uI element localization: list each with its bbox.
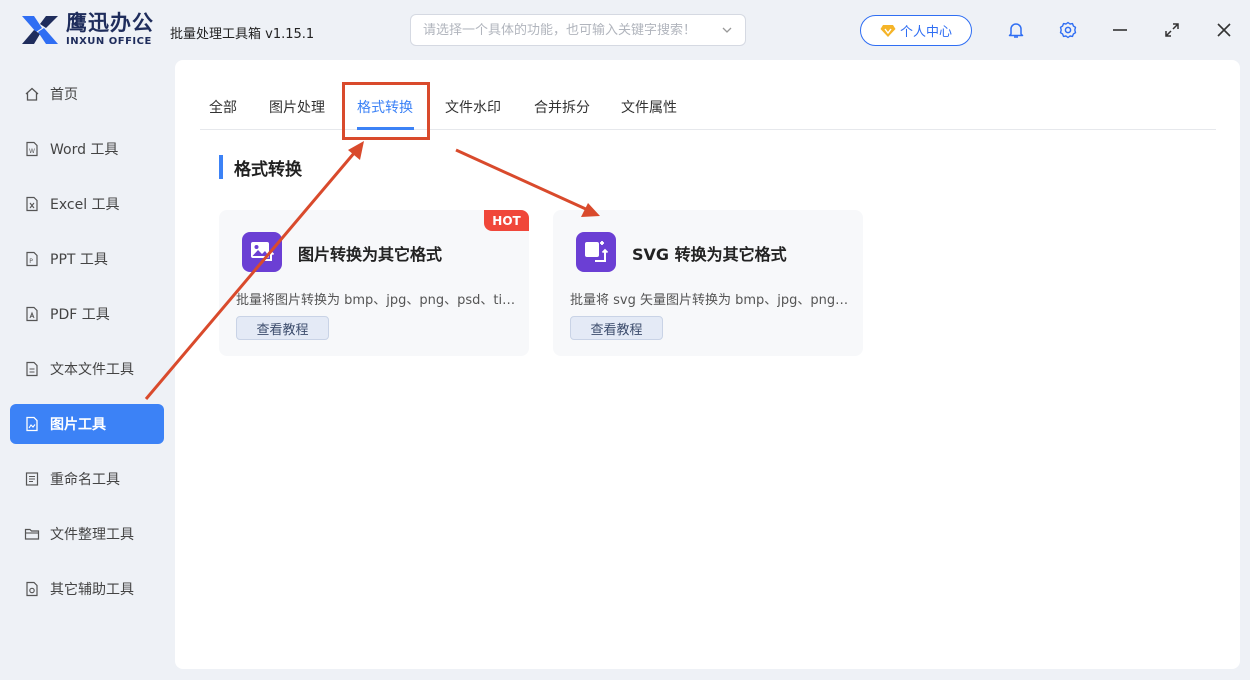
text-file-icon <box>26 361 38 377</box>
sidebar-item-label: PDF 工具 <box>50 307 110 323</box>
bell-icon[interactable] <box>1006 20 1026 40</box>
tool-card-svg-convert[interactable]: SVG 转换为其它格式 批量将 svg 矢量图片转换为 bmp、jpg、png、… <box>553 210 863 356</box>
sidebar-item-word[interactable]: W Word 工具 <box>10 129 164 169</box>
card-title: SVG 转换为其它格式 <box>632 245 787 264</box>
main-panel: 全部 图片处理 格式转换 文件水印 合并拆分 文件属性 格式转换 HOT 图片转… <box>175 60 1240 669</box>
pdf-file-icon <box>26 306 38 322</box>
ppt-file-icon: P <box>26 251 38 267</box>
sidebar-item-pdf[interactable]: PDF 工具 <box>10 294 164 334</box>
sidebar-item-ppt[interactable]: P PPT 工具 <box>10 239 164 279</box>
sidebar-item-text[interactable]: 文本文件工具 <box>10 349 164 389</box>
chevron-down-icon[interactable] <box>721 24 733 36</box>
sidebar-item-rename[interactable]: 重命名工具 <box>10 459 164 499</box>
view-tutorial-button[interactable]: 查看教程 <box>570 316 663 340</box>
sidebar-item-label: 重命名工具 <box>50 472 120 488</box>
sidebar: 首页 W Word 工具 Excel 工具 P PPT 工具 PDF 工具 文本… <box>0 60 170 680</box>
tab-watermark[interactable]: 文件水印 <box>445 97 501 117</box>
app-logo: 鹰迅办公 INXUN OFFICE <box>18 12 154 48</box>
annotation-highlight-box <box>342 82 430 140</box>
gear-icon[interactable] <box>1058 20 1078 40</box>
sidebar-item-image[interactable]: 图片工具 <box>10 404 164 444</box>
tab-merge-split[interactable]: 合并拆分 <box>534 97 590 117</box>
card-description: 批量将图片转换为 bmp、jpg、png、psd、tif、gif 等格式 <box>236 293 516 308</box>
sidebar-item-label: Excel 工具 <box>50 197 120 213</box>
tools-icon <box>26 581 38 597</box>
logo-x-icon <box>22 16 58 44</box>
logo-subname: INXUN OFFICE <box>66 36 152 47</box>
sidebar-item-label: 文本文件工具 <box>50 362 134 378</box>
sidebar-item-label: 图片工具 <box>50 417 106 433</box>
view-tutorial-button[interactable]: 查看教程 <box>236 316 329 340</box>
user-center-label: 个人中心 <box>899 25 952 40</box>
section-title: 格式转换 <box>219 155 302 180</box>
user-center-button[interactable]: 个人中心 <box>860 15 972 46</box>
sidebar-item-home[interactable]: 首页 <box>10 74 164 114</box>
search-box[interactable] <box>410 14 746 46</box>
maximize-icon[interactable] <box>1162 20 1182 40</box>
sidebar-item-label: Word 工具 <box>50 142 119 158</box>
svg-text:W: W <box>29 148 35 155</box>
sidebar-item-excel[interactable]: Excel 工具 <box>10 184 164 224</box>
rename-icon <box>25 472 39 486</box>
svg-convert-icon <box>576 232 616 272</box>
svg-text:P: P <box>29 258 33 265</box>
home-icon <box>25 87 39 101</box>
hot-badge: HOT <box>484 210 529 231</box>
app-title: 批量处理工具箱 v1.15.1 <box>170 27 315 42</box>
logo-name: 鹰迅办公 <box>66 11 154 35</box>
sidebar-item-label: 文件整理工具 <box>50 527 134 543</box>
card-title: 图片转换为其它格式 <box>298 245 443 264</box>
sidebar-item-other[interactable]: 其它辅助工具 <box>10 569 164 609</box>
excel-file-icon <box>26 196 38 212</box>
sidebar-item-organize[interactable]: 文件整理工具 <box>10 514 164 554</box>
image-file-icon <box>26 416 38 432</box>
card-description: 批量将 svg 矢量图片转换为 bmp、jpg、png、pdf 等格式 <box>570 293 850 308</box>
sidebar-item-label: 其它辅助工具 <box>50 582 134 598</box>
search-input[interactable] <box>423 22 721 38</box>
tab-all[interactable]: 全部 <box>209 97 237 117</box>
diamond-icon <box>880 24 896 37</box>
section-bar <box>219 155 223 179</box>
sidebar-item-label: PPT 工具 <box>50 252 108 268</box>
tool-card-image-convert[interactable]: HOT 图片转换为其它格式 批量将图片转换为 bmp、jpg、png、psd、t… <box>219 210 529 356</box>
folder-icon <box>24 528 40 540</box>
minimize-icon[interactable] <box>1110 20 1130 40</box>
sidebar-item-label: 首页 <box>50 87 78 103</box>
word-file-icon: W <box>26 141 38 157</box>
tab-image-processing[interactable]: 图片处理 <box>269 97 325 117</box>
title-bar: 鹰迅办公 INXUN OFFICE 批量处理工具箱 v1.15.1 个人中心 <box>0 0 1250 60</box>
tab-file-properties[interactable]: 文件属性 <box>621 97 677 117</box>
image-convert-icon <box>242 232 282 272</box>
section-title-text: 格式转换 <box>234 159 302 180</box>
close-icon[interactable] <box>1214 20 1234 40</box>
